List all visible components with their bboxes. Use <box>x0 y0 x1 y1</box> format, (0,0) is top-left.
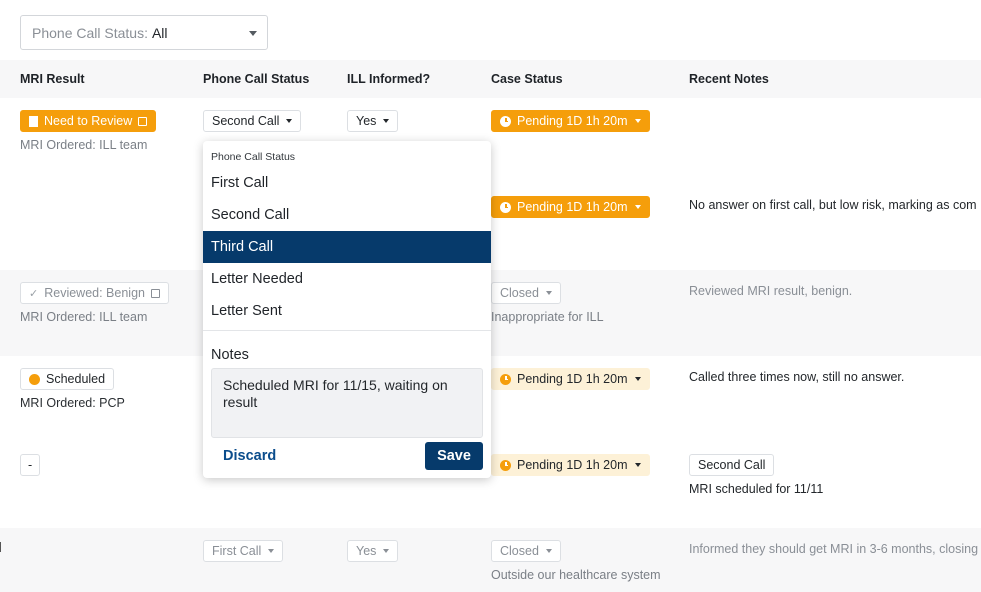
notes-label: Notes <box>211 347 249 363</box>
filter-value: All <box>151 24 168 41</box>
phone-call-status-select[interactable]: First Call <box>203 540 284 562</box>
mri-badge-label: - <box>28 458 33 472</box>
case-status-select[interactable]: Pending 1D 1h 20m <box>491 454 650 476</box>
phone-call-status-filter[interactable]: Phone Call Status: All <box>20 15 268 50</box>
chevron-down-icon <box>249 31 257 36</box>
chevron-down-icon <box>268 549 275 553</box>
table-row[interactable]: First Call Yes Closed Outside our health… <box>0 528 981 592</box>
note-chip-label: Second Call <box>698 458 766 472</box>
divider <box>203 330 491 331</box>
mri-badge-label: Scheduled <box>46 372 106 386</box>
col-mri-result[interactable]: MRI Result <box>20 72 85 86</box>
mri-ordered-text: MRI Ordered: ILL team <box>20 138 148 152</box>
table-header: MRI Result Phone Call Status ILL Informe… <box>0 60 981 98</box>
option-second-call[interactable]: Second Call <box>203 199 491 231</box>
case-status-select[interactable]: Pending 1D 1h 20m <box>491 110 650 132</box>
filter-label: Phone Call Status: <box>32 24 148 41</box>
case-status-select[interactable]: Pending 1D 1h 20m <box>491 196 650 218</box>
case-status-value: Pending 1D 1h 20m <box>517 114 628 128</box>
external-link-icon <box>138 116 148 126</box>
clock-icon <box>500 459 511 471</box>
phone-call-status-select[interactable]: Second Call <box>203 110 302 132</box>
clock-icon <box>29 373 40 385</box>
col-ill-informed[interactable]: ILL Informed? <box>347 72 430 86</box>
option-first-call[interactable]: First Call <box>203 167 491 199</box>
ill-informed-value: Yes <box>356 544 377 558</box>
case-status-reason: Outside our healthcare system <box>491 568 661 582</box>
note-status-chip: Second Call <box>689 454 775 476</box>
chevron-down-icon <box>286 119 293 123</box>
chevron-down-icon <box>634 463 641 467</box>
chevron-down-icon <box>545 549 552 553</box>
chevron-down-icon <box>383 549 390 553</box>
phone-call-status-dropdown: Phone Call Status First Call Second Call… <box>203 141 491 478</box>
clock-icon <box>500 115 511 127</box>
recent-note: No answer on first call, but low risk, m… <box>689 198 977 212</box>
case-status-value: Closed <box>500 544 539 558</box>
option-letter-needed[interactable]: Letter Needed <box>203 263 491 295</box>
mri-status-badge[interactable]: Scheduled <box>20 368 115 390</box>
case-status-value: Pending 1D 1h 20m <box>517 200 628 214</box>
mri-status-badge[interactable]: - <box>20 454 41 476</box>
col-recent-notes[interactable]: Recent Notes <box>689 72 769 86</box>
case-status-select[interactable]: Closed <box>491 282 561 304</box>
chevron-down-icon <box>545 291 552 295</box>
save-button[interactable]: Save <box>425 442 483 470</box>
chevron-down-icon <box>634 377 641 381</box>
recent-note: Reviewed MRI result, benign. <box>689 284 853 298</box>
notes-textarea[interactable]: Scheduled MRI for 11/15, waiting on resu… <box>211 368 483 438</box>
mri-ordered-text: MRI Ordered: PCP <box>20 396 125 410</box>
mri-ordered-text: MRI Ordered: ILL team <box>20 310 148 324</box>
case-status-value: Pending 1D 1h 20m <box>517 372 628 386</box>
row-edge-marker <box>0 542 1 552</box>
case-status-value: Pending 1D 1h 20m <box>517 458 628 472</box>
ill-informed-select[interactable]: Yes <box>347 540 399 562</box>
ill-informed-select[interactable]: Yes <box>347 110 399 132</box>
clock-icon <box>500 201 511 213</box>
case-status-select[interactable]: Pending 1D 1h 20m <box>491 368 650 390</box>
dropdown-header: Phone Call Status <box>211 151 296 163</box>
document-icon <box>29 115 38 127</box>
option-letter-sent[interactable]: Letter Sent <box>203 295 491 327</box>
mri-status-badge[interactable]: ✓ Reviewed: Benign <box>20 282 169 304</box>
recent-note: Called three times now, still no answer. <box>689 370 905 384</box>
phone-call-status-value: Second Call <box>212 114 280 128</box>
case-status-reason: Inappropriate for ILL <box>491 310 604 324</box>
discard-button[interactable]: Discard <box>223 448 276 464</box>
col-phone-call-status[interactable]: Phone Call Status <box>203 72 309 86</box>
external-link-icon <box>150 288 160 298</box>
mri-badge-label: Reviewed: Benign <box>44 286 145 300</box>
mri-status-badge[interactable]: Need to Review <box>20 110 157 132</box>
option-third-call[interactable]: Third Call <box>203 231 491 263</box>
mri-badge-label: Need to Review <box>44 114 133 128</box>
chevron-down-icon <box>634 205 641 209</box>
recent-note: Informed they should get MRI in 3-6 mont… <box>689 542 979 556</box>
recent-note: MRI scheduled for 11/11 <box>689 482 824 496</box>
check-icon: ✓ <box>29 287 39 300</box>
chevron-down-icon <box>634 119 641 123</box>
clock-icon <box>500 373 511 385</box>
case-status-select[interactable]: Closed <box>491 540 561 562</box>
case-status-value: Closed <box>500 286 539 300</box>
phone-call-status-value: First Call <box>212 544 262 558</box>
chevron-down-icon <box>383 119 390 123</box>
ill-informed-value: Yes <box>356 114 377 128</box>
col-case-status[interactable]: Case Status <box>491 72 563 86</box>
